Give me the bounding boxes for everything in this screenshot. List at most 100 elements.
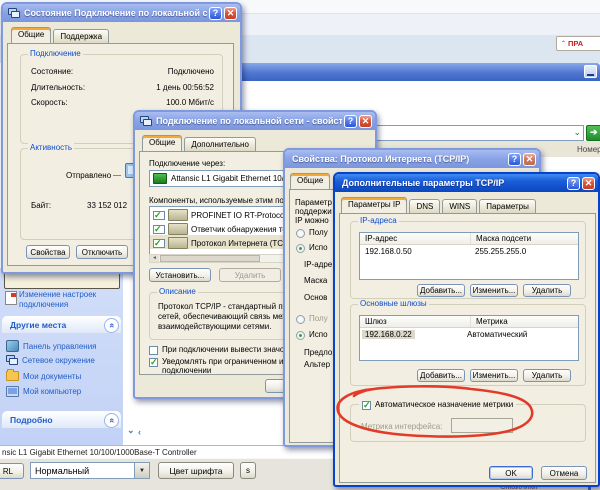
- uninstall-button[interactable]: Удалить: [219, 268, 281, 282]
- font-color-button[interactable]: Цвет шрифта: [158, 462, 234, 479]
- radio-dns-auto[interactable]: Полу: [296, 314, 328, 324]
- dropdown-button[interactable]: ▼: [134, 463, 149, 478]
- interface-metric-label: Метрика интерфейса:: [361, 422, 442, 431]
- help-button[interactable]: ?: [209, 7, 222, 20]
- component-checkbox[interactable]: [153, 211, 165, 220]
- tab-ip-settings[interactable]: Параметры IP: [341, 197, 407, 213]
- scroll-left-arrow-icon[interactable]: ◄: [150, 255, 159, 262]
- properties-button[interactable]: Свойства: [26, 245, 70, 259]
- radio-label: Полу: [309, 228, 328, 238]
- radio-icon[interactable]: [296, 229, 305, 238]
- component-checkbox[interactable]: [153, 225, 165, 234]
- tab-options[interactable]: Параметры: [479, 199, 536, 213]
- col-metric[interactable]: Метрика: [471, 316, 578, 327]
- ip-add-label: Добавить...: [420, 286, 462, 295]
- gateway-list[interactable]: Шлюз Метрика 192.168.0.22 Автоматический: [359, 315, 579, 361]
- tab-general[interactable]: Общие: [142, 135, 182, 151]
- col-subnet-mask[interactable]: Маска подсети: [471, 233, 578, 244]
- ip-address-row[interactable]: 192.168.0.50 255.255.255.0: [360, 245, 578, 258]
- close-button[interactable]: ✕: [224, 7, 237, 20]
- auto-metric-checkbox[interactable]: [362, 401, 371, 410]
- status-dialog-title: Состояние Подключение по локальной сети: [24, 8, 207, 18]
- tab-general[interactable]: Общие: [290, 173, 330, 189]
- paragraph-style-select[interactable]: Нормальный ▼: [30, 462, 150, 479]
- sidebar-item-my-computer[interactable]: Мой компьютер: [6, 386, 81, 397]
- disconnect-button[interactable]: Отключить: [76, 245, 128, 259]
- tab-general[interactable]: Общие: [11, 27, 51, 43]
- radio-obtain-auto[interactable]: Полу: [296, 228, 328, 238]
- gateway-edit-button[interactable]: Изменить...: [470, 369, 518, 382]
- ip-address-list[interactable]: IP-адрес Маска подсети 192.168.0.50 255.…: [359, 232, 579, 280]
- scroll-thumb[interactable]: [160, 255, 260, 262]
- bytes-label: Байт:: [31, 201, 51, 210]
- ip-remove-button[interactable]: Удалить: [523, 284, 571, 297]
- background-window-titlebar[interactable]: [236, 63, 600, 81]
- radio-icon[interactable]: [296, 315, 305, 324]
- description-line1: Протокол TCP/IP - стандартный прот: [158, 302, 295, 311]
- tab-dns[interactable]: DNS: [409, 199, 440, 213]
- strike-button[interactable]: s: [240, 462, 256, 479]
- gateways-group: Основные шлюзы Шлюз Метрика 192.168.0.22…: [350, 304, 586, 386]
- col-gateway[interactable]: Шлюз: [360, 316, 471, 327]
- help-button[interactable]: ?: [344, 115, 357, 128]
- list-header[interactable]: Шлюз Метрика: [360, 316, 578, 328]
- close-button[interactable]: ✕: [582, 177, 595, 190]
- radio-label: Испо: [309, 330, 328, 340]
- chevron-double-up-icon: »: [107, 418, 116, 423]
- edit-caret-icon: ⌃: [561, 40, 566, 47]
- tab-advanced[interactable]: Дополнительно: [184, 137, 256, 151]
- col-ip-address[interactable]: IP-адрес: [360, 233, 471, 244]
- radio-dns-manual[interactable]: Испо: [296, 330, 328, 340]
- collapse-details-button[interactable]: »: [104, 413, 119, 428]
- list-header[interactable]: IP-адрес Маска подсети: [360, 233, 578, 245]
- go-button[interactable]: ➔: [586, 125, 600, 141]
- advanced-titlebar[interactable]: Дополнительные параметры TCP/IP ? ✕: [335, 174, 598, 192]
- cancel-button[interactable]: Отмена: [541, 466, 587, 480]
- cancel-button-label: Отмена: [550, 469, 579, 478]
- mask-fragment: Маска: [304, 276, 327, 285]
- help-button[interactable]: ?: [567, 177, 580, 190]
- interface-metric-input[interactable]: [451, 418, 513, 433]
- show-icon-checkbox[interactable]: [149, 346, 158, 355]
- ip-edit-button[interactable]: Изменить...: [470, 284, 518, 297]
- address-input[interactable]: ⌄: [373, 125, 584, 141]
- show-icon-checkbox-row[interactable]: При подключении вывести значок в: [149, 345, 294, 355]
- url-button-fragment[interactable]: RL: [0, 463, 24, 479]
- sidebar-item-my-documents[interactable]: Мои документы: [6, 371, 81, 381]
- change-settings-line2[interactable]: подключения: [19, 300, 68, 310]
- auto-metric-checkbox-row[interactable]: Автоматическое назначение метрики: [359, 400, 516, 410]
- ok-button[interactable]: OK: [489, 466, 533, 480]
- collapse-other-places-button[interactable]: »: [104, 318, 119, 333]
- edit-post-button[interactable]: ⌃ ПРА: [556, 36, 600, 51]
- sidebar-item-network-places[interactable]: Сетевое окружение: [6, 355, 95, 366]
- close-button[interactable]: ✕: [359, 115, 372, 128]
- tcpip-titlebar[interactable]: Свойства: Протокол Интернета (TCP/IP) ? …: [285, 150, 539, 168]
- gateway-remove-button[interactable]: Удалить: [523, 369, 571, 382]
- strike-label: s: [246, 466, 250, 475]
- close-button[interactable]: ✕: [523, 153, 536, 166]
- notify-checkbox[interactable]: [149, 358, 158, 367]
- gateway-add-button[interactable]: Добавить...: [417, 369, 465, 382]
- help-button[interactable]: ?: [508, 153, 521, 166]
- minimize-button[interactable]: [584, 65, 597, 78]
- install-button[interactable]: Установить...: [149, 268, 211, 282]
- radio-use-ip[interactable]: Испо: [296, 243, 328, 253]
- component-checkbox[interactable]: [153, 239, 165, 248]
- chevron-down-small-icon[interactable]: ⌄: [127, 425, 135, 436]
- ip-add-button[interactable]: Добавить...: [417, 284, 465, 297]
- edit-post-label: ПРА: [568, 39, 583, 48]
- mask-value: 255.255.255.0: [470, 245, 531, 258]
- sidebar-item-control-panel[interactable]: Панель управления: [6, 340, 97, 352]
- tab-wins[interactable]: WINS: [442, 199, 477, 213]
- tab-support[interactable]: Поддержка: [53, 29, 109, 43]
- radio-icon[interactable]: [296, 244, 305, 253]
- gateway-row[interactable]: 192.168.0.22 Автоматический: [360, 328, 578, 341]
- properties-button-label: Свойства: [30, 248, 65, 257]
- chevron-down-icon[interactable]: ⌄: [573, 127, 581, 138]
- lan-properties-titlebar[interactable]: Подключение по локальной сети - свойства…: [135, 112, 375, 130]
- change-settings-line1[interactable]: Изменение настроек: [19, 290, 96, 300]
- duration-label: Длительность:: [31, 83, 85, 92]
- chevron-left-small-icon[interactable]: ‹: [138, 427, 141, 437]
- radio-icon[interactable]: [296, 331, 305, 340]
- status-dialog-titlebar[interactable]: Состояние Подключение по локальной сети …: [3, 4, 240, 22]
